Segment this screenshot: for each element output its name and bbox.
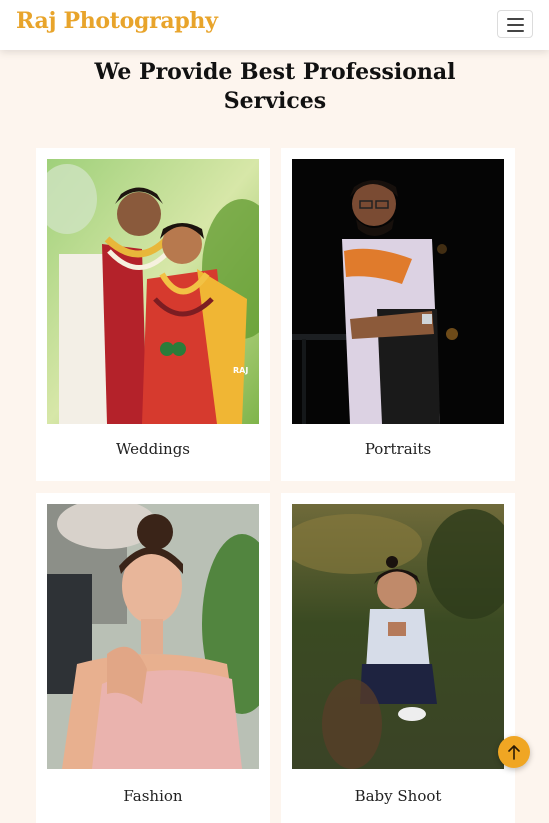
- brand-logo-text[interactable]: Raj Photography: [16, 8, 218, 34]
- baby-outdoor-photo: [292, 504, 504, 769]
- service-label-fashion: Fashion: [123, 787, 183, 805]
- services-heading: We Provide Best Professional Services: [94, 59, 456, 114]
- svg-text:RAJ: RAJ: [233, 366, 248, 375]
- service-label-weddings: Weddings: [115, 440, 191, 458]
- service-card-baby-shoot[interactable]: Baby Shoot: [281, 493, 515, 823]
- service-card-weddings[interactable]: RAJ Weddings: [36, 148, 270, 481]
- service-card-fashion[interactable]: Fashion: [36, 493, 270, 823]
- service-label-portraits: Portraits: [364, 440, 432, 458]
- man-portrait-photo: [292, 159, 504, 424]
- hamburger-icon-line: [507, 18, 524, 20]
- hamburger-icon-line: [507, 30, 524, 32]
- woman-fashion-photo: [47, 504, 259, 769]
- arrow-up-icon: [508, 745, 520, 760]
- service-card-portraits[interactable]: Portraits: [281, 148, 515, 481]
- scroll-to-top-button[interactable]: [498, 736, 530, 768]
- navbar: Raj Photography: [0, 0, 549, 50]
- wedding-couple-photo: RAJ: [47, 159, 259, 424]
- service-label-baby-shoot: Baby Shoot: [354, 787, 442, 805]
- hamburger-icon-line: [507, 24, 524, 26]
- menu-toggle-button[interactable]: [497, 10, 533, 38]
